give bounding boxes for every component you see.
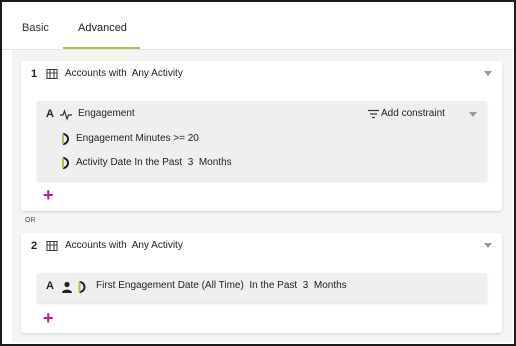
condition-group[interactable]: A First Engagement Date (All Time) In th… [37,273,487,303]
person-icon [62,281,72,293]
progress-ring-icon [78,281,86,293]
add-group-button[interactable]: + [43,309,54,327]
block-header[interactable]: 2 Accounts with Any Activity [21,233,502,259]
condition-text: Engagement Minutes >= 20 [76,133,199,144]
group-letter: A [46,108,54,120]
chevron-down-icon[interactable] [484,243,492,248]
active-tab-indicator [63,47,140,49]
block-title: Accounts with Any Activity [65,240,183,251]
tab-bar: Basic Advanced [2,2,514,50]
building-icon [46,69,58,79]
block-number: 2 [31,240,38,252]
activity-icon [60,109,72,121]
progress-ring-icon [62,157,69,169]
or-separator: OR [25,217,36,224]
criteria-block-2: 2 Accounts with Any Activity A First Eng… [21,233,502,333]
filter-icon [368,109,379,119]
group-letter: A [46,280,54,292]
group-label: Engagement [78,108,135,119]
tab-advanced[interactable]: Advanced [78,22,127,34]
building-icon [46,241,58,251]
block-number: 1 [31,68,38,80]
progress-ring-icon [62,133,69,145]
chevron-down-icon[interactable] [484,71,492,76]
add-constraint-label: Add constraint [381,108,445,119]
block-header[interactable]: 1 Accounts with Any Activity [21,61,502,87]
condition-text: Activity Date In the Past 3 Months [76,157,232,168]
block-title: Accounts with Any Activity [65,68,183,79]
tab-basic[interactable]: Basic [22,22,49,34]
criteria-block-1: 1 Accounts with Any Activity A Engagemen… [21,61,502,211]
condition-group: A Engagement Add constraint Engagement M… [37,101,487,181]
condition-text: First Engagement Date (All Time) In the … [96,280,347,291]
add-group-button[interactable]: + [43,186,54,204]
chevron-down-icon[interactable] [469,112,477,117]
